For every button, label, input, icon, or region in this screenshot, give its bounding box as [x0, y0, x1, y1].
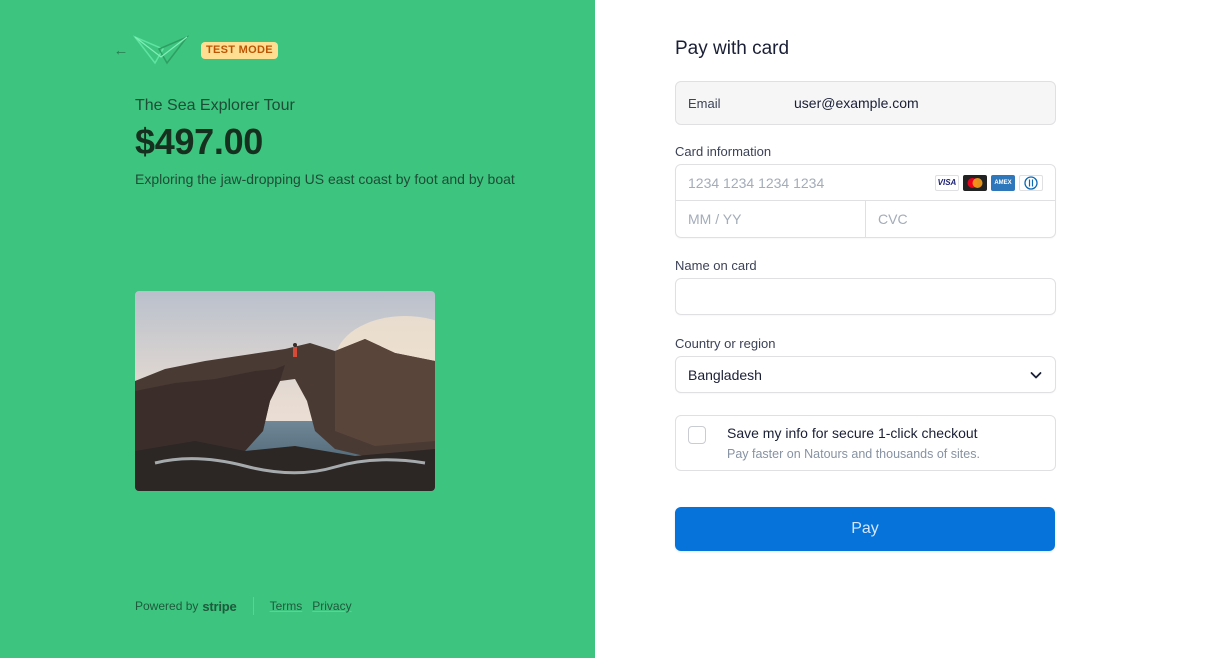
country-label: Country or region — [675, 336, 776, 351]
email-field[interactable]: Email user@example.com — [675, 81, 1056, 125]
cvc-cell — [866, 201, 1055, 237]
save-info-subtitle: Pay faster on Natours and thousands of s… — [727, 447, 980, 461]
card-number-row: VISA AMEX — [676, 165, 1055, 201]
cvc-input[interactable] — [878, 211, 1043, 227]
visa-icon: VISA — [935, 174, 959, 191]
payment-panel: Pay with card Email user@example.com Car… — [595, 0, 1212, 658]
diners-icon — [1019, 174, 1043, 191]
product-price: $497.00 — [135, 121, 264, 162]
product-description: Exploring the jaw-dropping US east coast… — [135, 171, 515, 187]
topbar: ← TEST MODE — [113, 35, 278, 65]
product-name: The Sea Explorer Tour — [135, 97, 295, 114]
email-label: Email — [688, 95, 721, 111]
mastercard-icon — [963, 174, 987, 191]
save-info-box: Save my info for secure 1-click checkout… — [675, 415, 1056, 471]
save-info-checkbox[interactable] — [688, 426, 706, 444]
card-information-group: VISA AMEX — [675, 164, 1056, 238]
chevron-down-icon — [1030, 371, 1042, 378]
footer: Powered by stripe Terms Privacy — [135, 597, 362, 615]
back-arrow-icon[interactable]: ← — [113, 42, 129, 59]
card-expiry-cvc-row — [676, 201, 1055, 237]
country-select[interactable]: Bangladesh — [675, 356, 1056, 393]
expiry-input[interactable] — [688, 211, 853, 227]
powered-by-text: Powered by — [135, 599, 199, 613]
name-on-card-label: Name on card — [675, 258, 757, 273]
card-number-input[interactable] — [688, 174, 935, 191]
form-title: Pay with card — [675, 38, 790, 59]
email-value: user@example.com — [794, 95, 919, 111]
test-mode-badge: TEST MODE — [201, 41, 278, 59]
powered-by[interactable]: Powered by stripe — [135, 599, 237, 614]
product-panel: ← TEST MODE The Sea Explorer Tour $497.0… — [0, 0, 595, 658]
expiry-cell — [676, 201, 866, 237]
amex-icon: AMEX — [991, 174, 1015, 191]
name-on-card-input[interactable] — [688, 288, 1043, 305]
privacy-link[interactable]: Privacy — [312, 599, 351, 613]
stripe-logo: stripe — [202, 598, 237, 614]
pay-button[interactable]: Pay — [675, 507, 1055, 551]
card-brands: VISA AMEX — [935, 174, 1043, 191]
footer-divider — [252, 597, 254, 615]
name-on-card-field — [675, 278, 1056, 315]
save-info-text: Save my info for secure 1-click checkout… — [727, 425, 980, 470]
card-information-label: Card information — [675, 144, 772, 159]
payment-form: Pay with card Email user@example.com Car… — [675, 38, 1056, 551]
terms-link[interactable]: Terms — [270, 599, 303, 613]
product-image — [135, 291, 435, 491]
save-info-title: Save my info for secure 1-click checkout — [727, 425, 978, 441]
country-value: Bangladesh — [688, 366, 762, 383]
natours-logo-icon — [133, 35, 189, 65]
